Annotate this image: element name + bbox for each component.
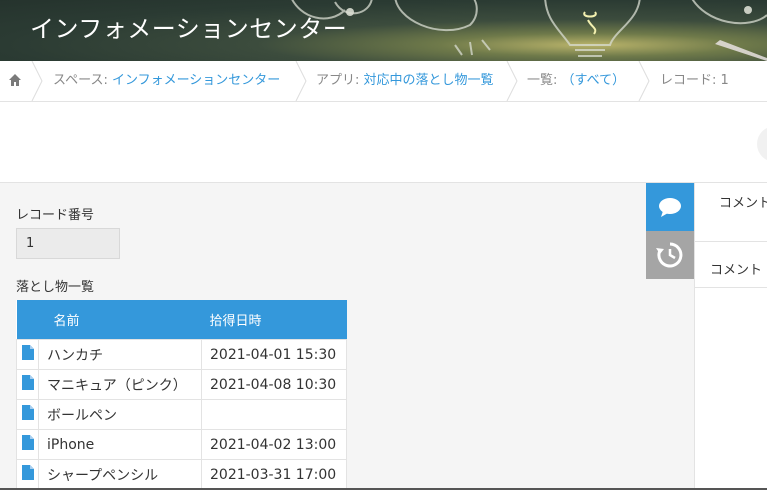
column-header-date: 拾得日時	[201, 300, 347, 340]
column-header-name: 名前	[38, 300, 202, 340]
comment-tab[interactable]	[646, 183, 694, 231]
breadcrumb-record: レコード: 1	[660, 73, 729, 88]
file-icon	[16, 369, 39, 400]
home-icon[interactable]	[8, 73, 22, 91]
record-number-value: 1	[16, 228, 120, 259]
record-body: レコード番号 1 落とし物一覧 名前 拾得日時 ハンカチ 2021-04-01 …	[0, 183, 694, 490]
cell-name: シャープペンシル	[38, 459, 202, 490]
table-header-icon-col	[16, 300, 39, 340]
breadcrumb-list[interactable]: 一覧: （すべて）	[527, 61, 625, 101]
cell-name: iPhone	[38, 429, 202, 460]
divider	[695, 241, 767, 242]
subtable-label: 落とし物一覧	[16, 280, 95, 295]
header-title: インフォメーションセンター	[30, 15, 348, 43]
breadcrumb-space-link[interactable]: インフォメーションセンター	[112, 73, 280, 88]
breadcrumb: スペース: インフォメーションセンター アプリ: 対応中の落とし物一覧 一覧: …	[0, 61, 767, 102]
cell-date: 2021-04-01 15:30	[201, 339, 347, 370]
history-icon	[656, 242, 683, 268]
cell-date: 2021-03-31 17:00	[201, 459, 347, 490]
speech-bubble-icon	[659, 198, 681, 217]
comment-panel: コメント コメント	[694, 183, 767, 490]
breadcrumb-list-link[interactable]: （すべて）	[562, 73, 626, 88]
cell-date: 2021-04-02 13:00	[201, 429, 347, 460]
table-row: iPhone 2021-04-02 13:00	[16, 429, 347, 460]
comment-panel-title: コメント	[719, 196, 767, 211]
breadcrumb-app-link[interactable]: 対応中の落とし物一覧	[364, 73, 494, 88]
history-tab[interactable]	[646, 231, 694, 279]
record-toolbar	[0, 102, 767, 183]
file-icon	[16, 339, 39, 370]
cell-name: マニキュア（ピンク）	[38, 369, 202, 400]
lost-items-table: 名前 拾得日時 ハンカチ 2021-04-01 15:30 マニキュア（ピンク）…	[16, 300, 347, 490]
table-row: ボールペン	[16, 399, 347, 430]
comment-input[interactable]: コメント	[710, 259, 762, 278]
chevron-right-icon	[638, 61, 650, 101]
chevron-right-icon	[506, 61, 518, 101]
chevron-right-icon	[295, 61, 307, 101]
table-header-row: 名前 拾得日時	[16, 300, 347, 340]
breadcrumb-space[interactable]: スペース: インフォメーションセンター	[53, 61, 280, 101]
app-header: インフォメーションセンター	[0, 0, 767, 61]
file-icon	[16, 429, 39, 460]
table-row: ハンカチ 2021-04-01 15:30	[16, 339, 347, 370]
chevron-right-icon	[31, 61, 43, 101]
cell-name: ボールペン	[38, 399, 202, 430]
divider	[695, 287, 767, 288]
table-row: シャープペンシル 2021-03-31 17:00	[16, 459, 347, 490]
record-number-label: レコード番号	[16, 208, 95, 223]
cell-date	[201, 399, 347, 430]
toolbar-action-button[interactable]	[757, 126, 767, 162]
breadcrumb-app[interactable]: アプリ: 対応中の落とし物一覧	[316, 61, 494, 101]
cell-date: 2021-04-08 10:30	[201, 369, 347, 400]
file-icon	[16, 399, 39, 430]
cell-name: ハンカチ	[38, 339, 202, 370]
table-row: マニキュア（ピンク） 2021-04-08 10:30	[16, 369, 347, 400]
file-icon	[16, 459, 39, 490]
